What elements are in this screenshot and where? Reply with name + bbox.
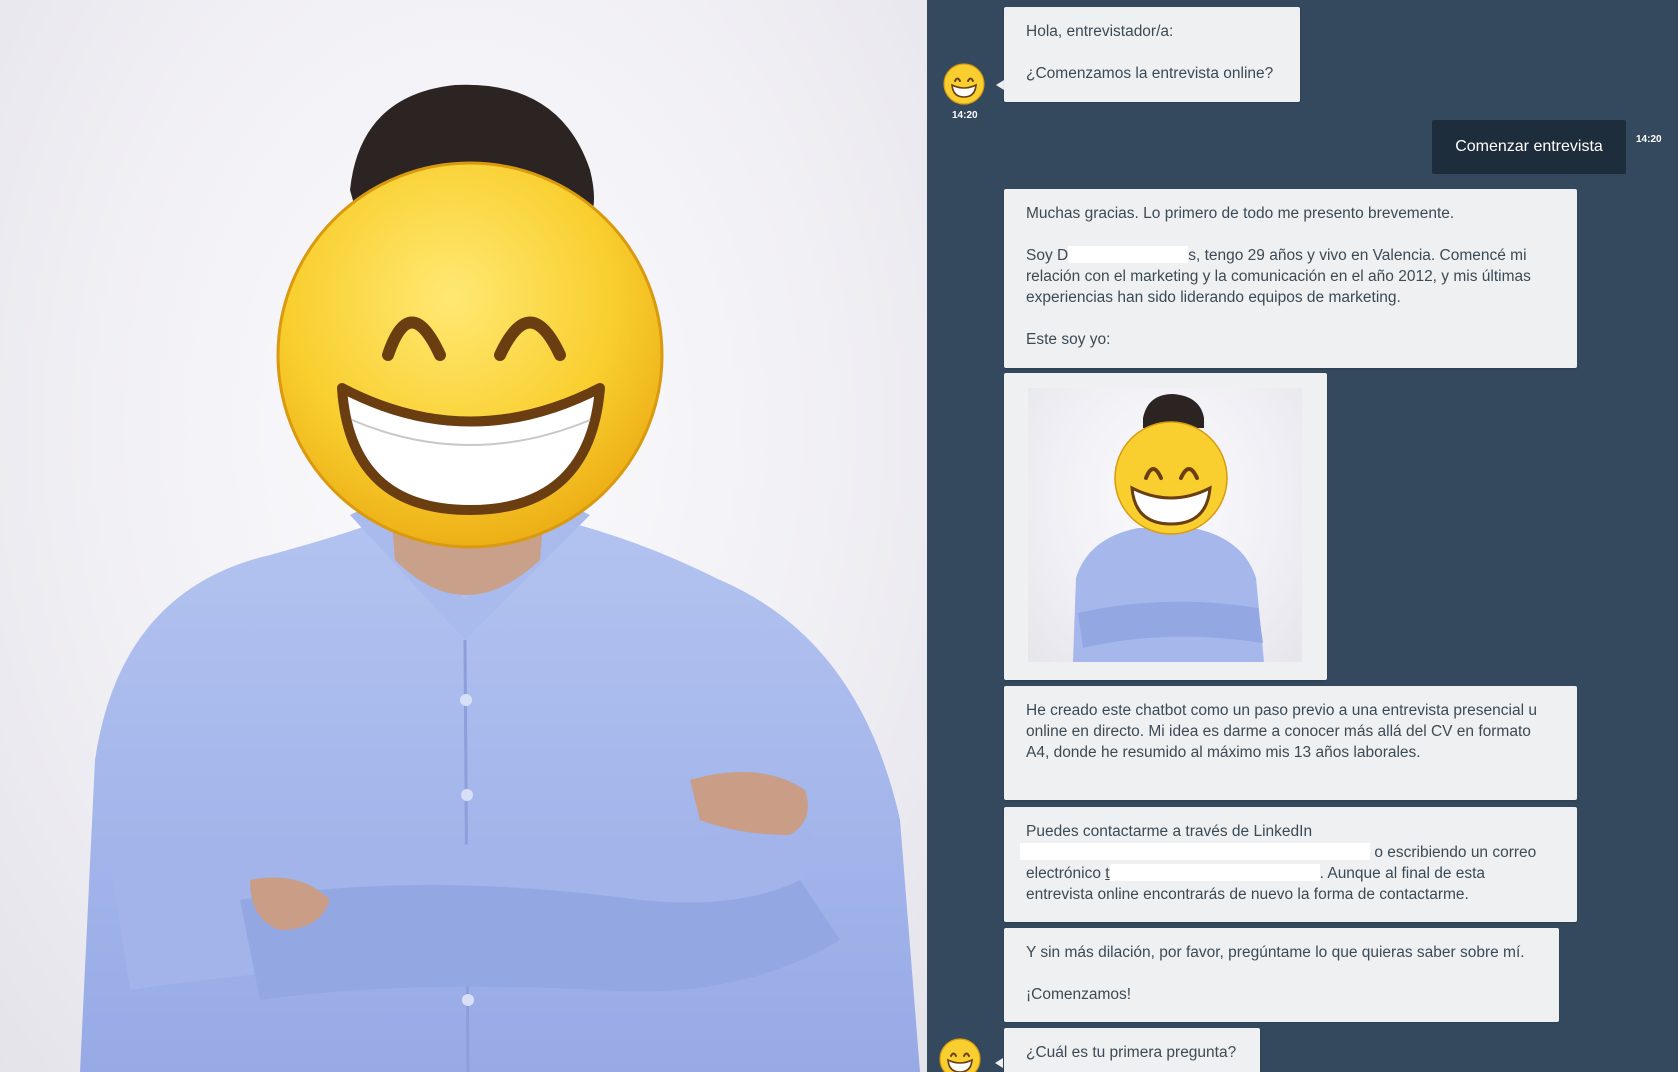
message-text: He creado este chatbot como un paso prev…	[1026, 702, 1537, 761]
bot-avatar	[943, 63, 985, 105]
bot-avatar	[939, 1038, 981, 1072]
message-text: Puedes contactarme a través de LinkedIn …	[1020, 821, 1555, 905]
profile-thumbnail[interactable]	[1028, 388, 1302, 662]
message-text: ¿Cuál es tu primera pregunta?	[1026, 1044, 1237, 1061]
message-text: Puedes contactarme a través de LinkedIn	[1026, 823, 1313, 840]
profile-thumbnail-illustration	[1073, 394, 1264, 662]
bot-message: Y sin más dilación, por favor, pregúntam…	[1004, 928, 1559, 1022]
message-text: o escribiendo un correo	[1374, 844, 1537, 861]
message-text: Este soy yo:	[1026, 331, 1111, 348]
message-text: Muchas gracias. Lo primero de todo me pr…	[1026, 205, 1455, 222]
message-time: 14:20	[952, 110, 978, 121]
bot-message: Hola, entrevistador/a: ¿Comenzamos la en…	[1004, 7, 1300, 102]
message-time: 14:20	[1636, 134, 1662, 145]
bubble-tail	[996, 80, 1004, 90]
chat-panel: 14:20 Hola, entrevistador/a: ¿Comenzamos…	[927, 0, 1678, 1072]
bot-message: Puedes contactarme a través de LinkedIn …	[1004, 807, 1577, 922]
message-text: Soy Ds, tengo 29 años y vivo en Valencia…	[1026, 245, 1555, 308]
message-text: Soy D	[1026, 247, 1069, 264]
bubble-tail	[995, 1058, 1003, 1068]
grinning-face-icon	[939, 1038, 981, 1072]
redacted-email[interactable]	[1109, 864, 1320, 881]
message-text: ¡Comenzamos!	[1026, 986, 1132, 1003]
start-interview-button[interactable]: Comenzar entrevista	[1432, 120, 1626, 174]
message-text: Hola, entrevistador/a:	[1026, 23, 1174, 40]
bot-message: ¿Cuál es tu primera pregunta?	[1004, 1028, 1260, 1072]
message-text: electrónico	[1026, 865, 1101, 882]
redacted-name	[1068, 246, 1189, 263]
grinning-face-icon	[943, 63, 985, 105]
message-text: Y sin más dilación, por favor, pregúntam…	[1026, 944, 1525, 961]
profile-photo	[0, 0, 927, 1072]
bot-message: He creado este chatbot como un paso prev…	[1004, 686, 1577, 800]
bot-image-message	[1004, 373, 1327, 680]
redacted-linkedin-link[interactable]	[1020, 843, 1370, 860]
bot-message: Muchas gracias. Lo primero de todo me pr…	[1004, 189, 1577, 368]
profile-photo-illustration	[80, 84, 920, 1072]
message-text: ¿Comenzamos la entrevista online?	[1026, 65, 1274, 82]
